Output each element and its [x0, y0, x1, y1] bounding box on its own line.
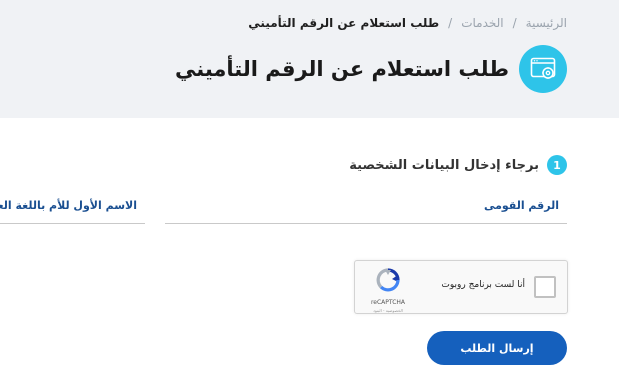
mother-first-name-underline [0, 223, 146, 224]
form-step: 1 برجاء إدخال البيانات الشخصية [350, 155, 568, 175]
recaptcha-checkbox[interactable] [535, 276, 557, 298]
recaptcha-widget: أنا لست برنامج روبوت reCAPTCHA الخصوصية … [355, 260, 569, 314]
breadcrumb-separator: / [513, 16, 518, 30]
page-title: طلب استعلام عن الرقم التأميني [176, 57, 510, 81]
browser-settings-icon [520, 45, 568, 93]
national-id-underline [166, 223, 568, 224]
breadcrumb-separator: / [449, 16, 454, 30]
breadcrumb: الرئيسية / الخدمات / طلب استعلام عن الرق… [249, 16, 568, 30]
title-row: طلب استعلام عن الرقم التأميني [176, 45, 568, 93]
breadcrumb-current: طلب استعلام عن الرقم التأميني [249, 16, 441, 30]
page-header: الرئيسية / الخدمات / طلب استعلام عن الرق… [0, 0, 620, 118]
national-id-label: الرقم القومى [484, 199, 560, 212]
mother-first-name-label: الاسم الأول للأم باللغة العربية [0, 199, 138, 212]
breadcrumb-services[interactable]: الخدمات [462, 16, 504, 30]
step-number-badge: 1 [548, 155, 568, 175]
recaptcha-label: أنا لست برنامج روبوت [442, 280, 526, 290]
recaptcha-logo-icon [377, 268, 401, 292]
recaptcha-brand: reCAPTCHA [371, 299, 407, 306]
recaptcha-logo: reCAPTCHA الخصوصية - البنود [364, 267, 414, 313]
breadcrumb-home[interactable]: الرئيسية [527, 16, 568, 30]
recaptcha-links[interactable]: الخصوصية - البنود [364, 308, 414, 313]
submit-button[interactable]: إرسال الطلب [428, 331, 568, 365]
step-label: برجاء إدخال البيانات الشخصية [350, 157, 540, 173]
